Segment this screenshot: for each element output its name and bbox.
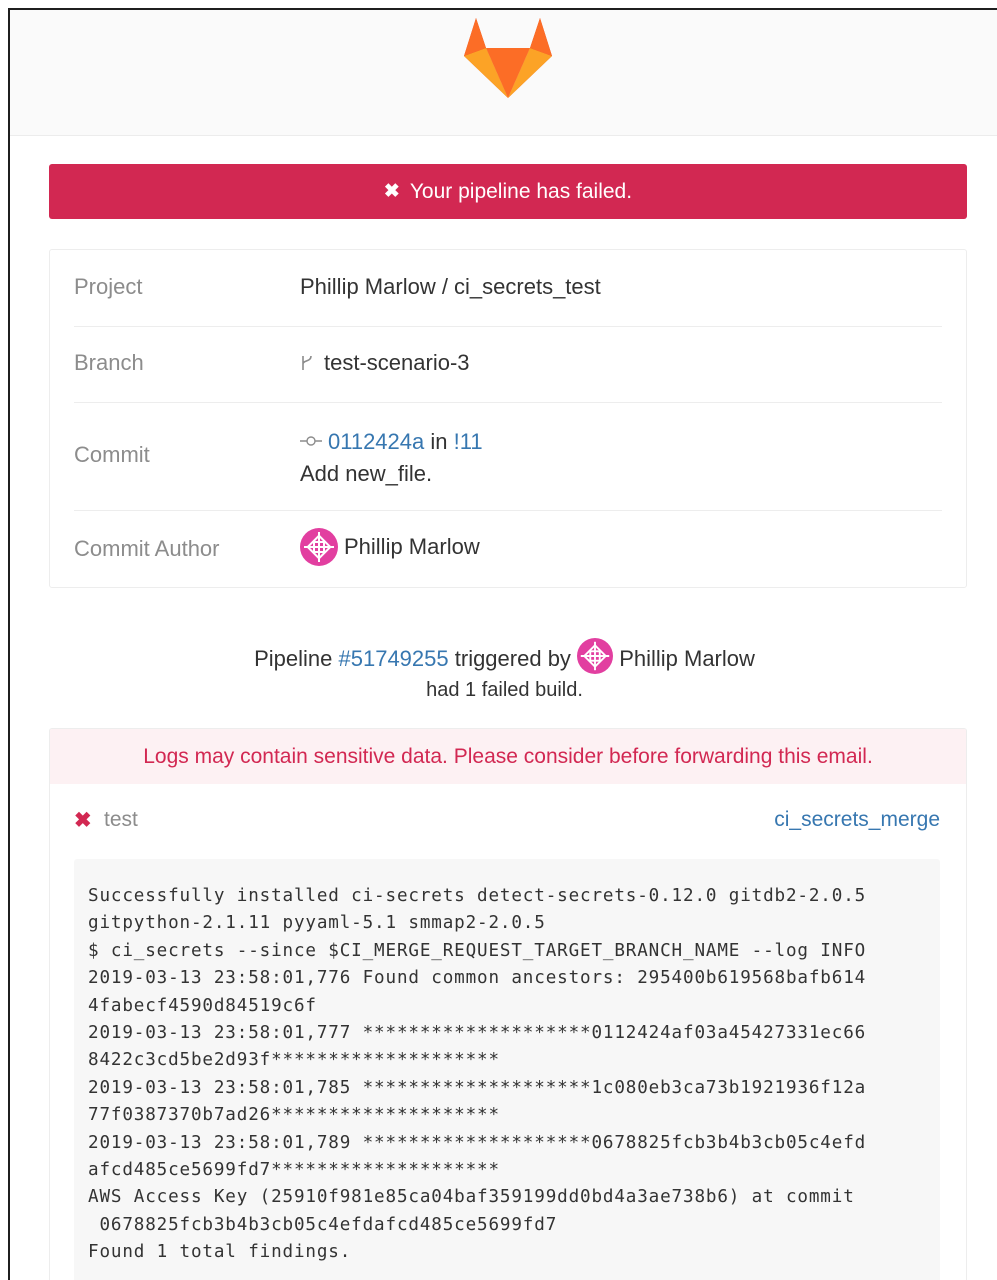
banner-text: Your pipeline has failed. xyxy=(409,179,633,203)
project-value[interactable]: Phillip Marlow / ci_secrets_test xyxy=(300,274,601,300)
commit-message: Add new_file. xyxy=(300,461,433,486)
job-name[interactable]: test xyxy=(104,808,138,832)
avatar xyxy=(300,528,338,566)
failed-job-logs: Logs may contain sensitive data. Please … xyxy=(49,728,967,1280)
triggered-by-text: triggered by xyxy=(454,646,571,671)
job-ref-link[interactable]: ci_secrets_merge xyxy=(774,808,940,832)
log-line: 77f0387370b7ad26******************** xyxy=(88,1105,500,1126)
gitlab-logo-icon xyxy=(464,18,552,98)
avatar xyxy=(577,638,614,674)
log-line: AWS Access Key (25910f981e85ca04baf35919… xyxy=(88,1187,855,1208)
log-line: 2019-03-13 23:58:01,777 ****************… xyxy=(88,1023,867,1044)
merge-request-link[interactable]: !11 xyxy=(454,429,483,454)
log-line: 2019-03-13 23:58:01,789 ****************… xyxy=(88,1132,867,1153)
branch-icon xyxy=(302,355,312,370)
author-row: Commit Author Phillip Marlow xyxy=(74,510,942,588)
pipeline-failed-summary: had 1 failed build. xyxy=(426,679,583,701)
email-header xyxy=(10,10,997,136)
commit-value: 0112424a in !11 Add new_file. xyxy=(300,426,483,490)
project-label: Project xyxy=(74,274,143,299)
branch-name[interactable]: test-scenario-3 xyxy=(324,350,470,375)
author-value: Phillip Marlow xyxy=(300,528,480,566)
log-line: Successfully installed ci-secrets detect… xyxy=(88,886,867,906)
pipeline-id-link[interactable]: #51749255 xyxy=(339,646,449,671)
author-name[interactable]: Phillip Marlow xyxy=(344,534,480,559)
commit-row: Commit 0112424a in !11 Add new_file. xyxy=(74,402,942,511)
pipeline-failed-banner: ✖ Your pipeline has failed. xyxy=(49,164,967,219)
commit-label: Commit xyxy=(74,442,150,467)
project-row: Project Phillip Marlow / ci_secrets_test xyxy=(74,250,942,327)
close-icon: ✖ xyxy=(383,181,400,202)
email-frame: ✖ Your pipeline has failed. Project Phil… xyxy=(8,8,997,1280)
branch-label: Branch xyxy=(74,350,144,375)
job-row: ✖ test ci_secrets_merge xyxy=(50,784,966,854)
branch-value: test-scenario-3 xyxy=(300,350,470,376)
log-line: afcd485ce5699fd7******************** xyxy=(88,1160,500,1181)
commit-in-text: in xyxy=(430,429,448,454)
pipeline-prefix: Pipeline xyxy=(254,646,333,671)
commit-sha-link[interactable]: 0112424a xyxy=(328,429,424,454)
failed-status-icon: ✖ xyxy=(74,809,92,832)
trigger-user-name[interactable]: Phillip Marlow xyxy=(619,646,755,671)
log-line: gitpython-2.1.11 pyyaml-5.1 smmap2-2.0.5 xyxy=(88,913,546,934)
sensitive-data-warning: Logs may contain sensitive data. Please … xyxy=(50,729,966,784)
commit-icon xyxy=(300,436,322,446)
log-line: 2019-03-13 23:58:01,776 Found common anc… xyxy=(88,968,867,989)
pipeline-info-table: Project Phillip Marlow / ci_secrets_test… xyxy=(49,249,967,588)
pipeline-summary: Pipeline #51749255 triggered by Phillip … xyxy=(10,638,997,705)
job-log-output: Successfully installed ci-secrets detect… xyxy=(74,859,940,1280)
branch-row: Branch test-scenario-3 xyxy=(74,326,942,403)
log-line: 2019-03-13 23:58:01,785 ****************… xyxy=(88,1077,867,1098)
author-label: Commit Author xyxy=(74,536,220,561)
log-line: 0678825fcb3b4b3cb05c4efdafcd485ce5699fd7 xyxy=(88,1214,558,1235)
log-line: 8422c3cd5be2d93f******************** xyxy=(88,1050,500,1071)
log-line: $ ci_secrets --since $CI_MERGE_REQUEST_T… xyxy=(88,940,867,961)
log-line: Found 1 total findings. xyxy=(88,1242,352,1263)
log-line: 4fabecf4590d84519c6f xyxy=(88,995,317,1016)
